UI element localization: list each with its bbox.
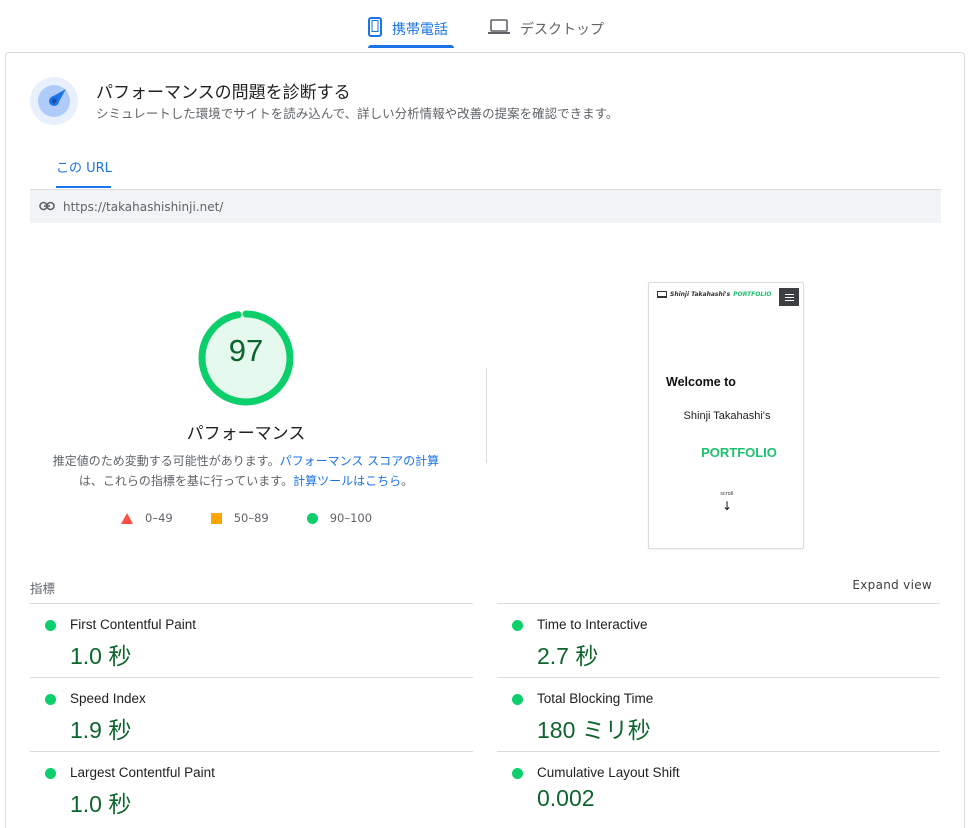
laptop-logo-icon [657,291,667,298]
calculator-link[interactable]: 計算ツールはこちら [293,474,401,488]
legend-average: 50–89 [210,511,269,525]
score-value: 97 [228,333,264,368]
page-title: パフォーマンスの問題を診断する [96,83,351,103]
pass-circle-icon [45,620,56,631]
pass-circle-icon [45,694,56,705]
arrow-down-icon: ↓ [721,499,733,513]
metric-name: First Contentful Paint [70,617,197,632]
page-screenshot-preview: Shinji Takahashi's PORTFOLIO Welcome to … [648,282,804,549]
vertical-divider [486,368,487,463]
expand-view-button[interactable]: Expand view [852,578,932,592]
metric-name: Time to Interactive [537,617,648,632]
legend-pass-range: 90–100 [329,511,373,525]
score-note: 推定値のため変動する可能性があります。パフォーマンス スコアの計算 は、これらの… [46,451,446,491]
metrics-column-right: Time to Interactive 2.7 秒 Total Blocking… [497,603,940,825]
pass-circle-icon [512,694,523,705]
preview-welcome: Welcome to [666,375,736,389]
metric-fcp: First Contentful Paint 1.0 秒 [30,603,473,677]
metric-lcp: Largest Contentful Paint 1.0 秒 [30,751,473,825]
triangle-icon [121,512,133,524]
metric-tbt: Total Blocking Time 180 ミリ秒 [497,677,940,751]
square-icon [210,512,222,524]
preview-brand: Shinji Takahashi's PORTFOLIO [657,291,772,298]
metric-name: Total Blocking Time [537,691,654,706]
legend-fail-range: 0–49 [145,511,173,525]
metric-value: 1.0 秒 [70,643,132,669]
score-label: パフォーマンス [186,424,306,444]
metric-name: Cumulative Layout Shift [537,765,680,780]
tab-desktop-label: デスクトップ [520,22,604,38]
legend-average-range: 50–89 [233,511,269,525]
metrics-column-left: First Contentful Paint 1.0 秒 Speed Index… [30,603,473,825]
pass-circle-icon [512,620,523,631]
device-tabs: 携帯電話 デスクトップ [0,0,971,50]
metric-name: Speed Index [70,691,146,706]
tab-mobile-label: 携帯電話 [392,22,448,38]
preview-portfolio: PORTFOLIO [701,445,777,460]
url-bar: https://takahashishinji.net/ [30,190,941,223]
compass-icon [30,77,78,125]
laptop-icon [488,19,510,39]
pass-circle-icon [512,768,523,779]
tab-underline [56,186,111,188]
hamburger-menu-icon [779,288,799,306]
metric-value: 180 ミリ秒 [537,717,651,743]
metric-value: 0.002 [537,785,595,811]
pass-circle-icon [45,768,56,779]
metric-name: Largest Contentful Paint [70,765,215,780]
tab-desktop[interactable]: デスクトップ [488,10,604,48]
tab-mobile[interactable]: 携帯電話 [368,10,454,48]
link-icon [39,200,55,214]
metric-value: 1.0 秒 [70,791,132,817]
score-calc-link[interactable]: パフォーマンス スコアの計算 [280,454,440,468]
circle-icon [306,512,318,524]
note-text-1: 推定値のため変動する可能性があります。 [52,454,280,468]
note-end: 。 [401,474,414,488]
preview-name: Shinji Takahashi's [683,410,771,422]
preview-brand-suffix: PORTFOLIO [733,291,772,298]
legend-fail: 0–49 [121,511,173,525]
metric-value: 1.9 秒 [70,717,132,743]
metric-cls: Cumulative Layout Shift 0.002 [497,751,940,825]
metric-tti: Time to Interactive 2.7 秒 [497,603,940,677]
metric-speed-index: Speed Index 1.9 秒 [30,677,473,751]
page-subtitle: シミュレートした環境でサイトを読み込んで、詳しい分析情報や改善の提案を確認できま… [96,106,619,121]
smartphone-icon [368,17,382,41]
legend-pass: 90–100 [306,511,373,525]
preview-scroll-label: scroll [720,491,734,497]
url-text[interactable]: https://takahashishinji.net/ [63,200,223,214]
metrics-title: 指標 [30,581,56,596]
preview-brand-prefix: Shinji Takahashi's [670,291,731,298]
note-text-2: は、これらの指標を基に行っています。 [78,474,294,488]
score-legend: 0–49 50–89 90–100 [121,511,372,525]
tab-this-url[interactable]: この URL [56,157,112,176]
metric-value: 2.7 秒 [537,643,599,669]
diagnose-card: パフォーマンスの問題を診断する シミュレートした環境でサイトを読み込んで、詳しい… [5,52,965,828]
